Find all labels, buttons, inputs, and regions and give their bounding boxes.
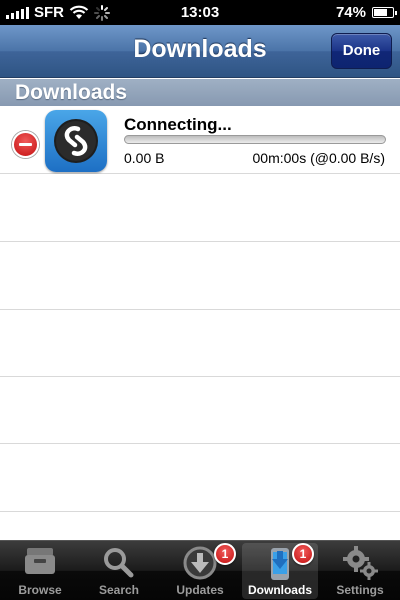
tab-search[interactable]: Search — [81, 543, 157, 599]
archive-box-icon — [25, 548, 55, 574]
download-arrow-icon — [183, 546, 217, 580]
battery-fill — [374, 9, 388, 16]
gears-icon — [343, 546, 378, 580]
updates-badge: 1 — [214, 543, 236, 565]
empty-row — [0, 310, 400, 377]
navigation-bar: Downloads Done — [0, 25, 400, 78]
phone-download-icon — [271, 548, 289, 580]
magnifier-icon — [104, 548, 134, 578]
battery-percent: 74% — [335, 4, 366, 21]
empty-row — [0, 512, 400, 540]
download-progress-bar — [124, 135, 386, 144]
done-button[interactable]: Done — [331, 33, 392, 69]
delete-icon[interactable] — [12, 131, 39, 158]
shazam-icon — [45, 110, 107, 172]
tab-label: Updates — [176, 583, 224, 597]
download-status-title: Connecting... — [124, 115, 232, 134]
tab-browse[interactable]: Browse — [2, 543, 78, 599]
tab-bar: Browse Search 1 Updates 1 Downloads Sett… — [0, 540, 400, 600]
tab-label: Browse — [18, 583, 62, 597]
download-row[interactable]: Connecting... 0.00 B 00m:00s (@0.00 B/s) — [0, 106, 400, 174]
tab-label: Settings — [336, 583, 384, 597]
status-right: 74% — [335, 4, 397, 21]
empty-row — [0, 444, 400, 512]
tab-label: Search — [98, 583, 140, 597]
section-header-downloads: Downloads — [0, 79, 400, 106]
empty-row — [0, 242, 400, 310]
downloads-badge: 1 — [292, 543, 314, 565]
battery-icon — [372, 7, 397, 18]
status-bar: SFR 13:03 74% — [0, 0, 400, 25]
tab-updates[interactable]: 1 Updates — [162, 543, 238, 599]
tab-downloads[interactable]: 1 Downloads — [242, 543, 318, 599]
empty-row — [0, 174, 400, 242]
download-size: 0.00 B — [124, 150, 165, 166]
tab-settings[interactable]: Settings — [322, 543, 398, 599]
empty-row — [0, 377, 400, 444]
download-eta: 00m:00s (@0.00 B/s) — [252, 150, 386, 166]
tab-label: Downloads — [247, 583, 312, 597]
